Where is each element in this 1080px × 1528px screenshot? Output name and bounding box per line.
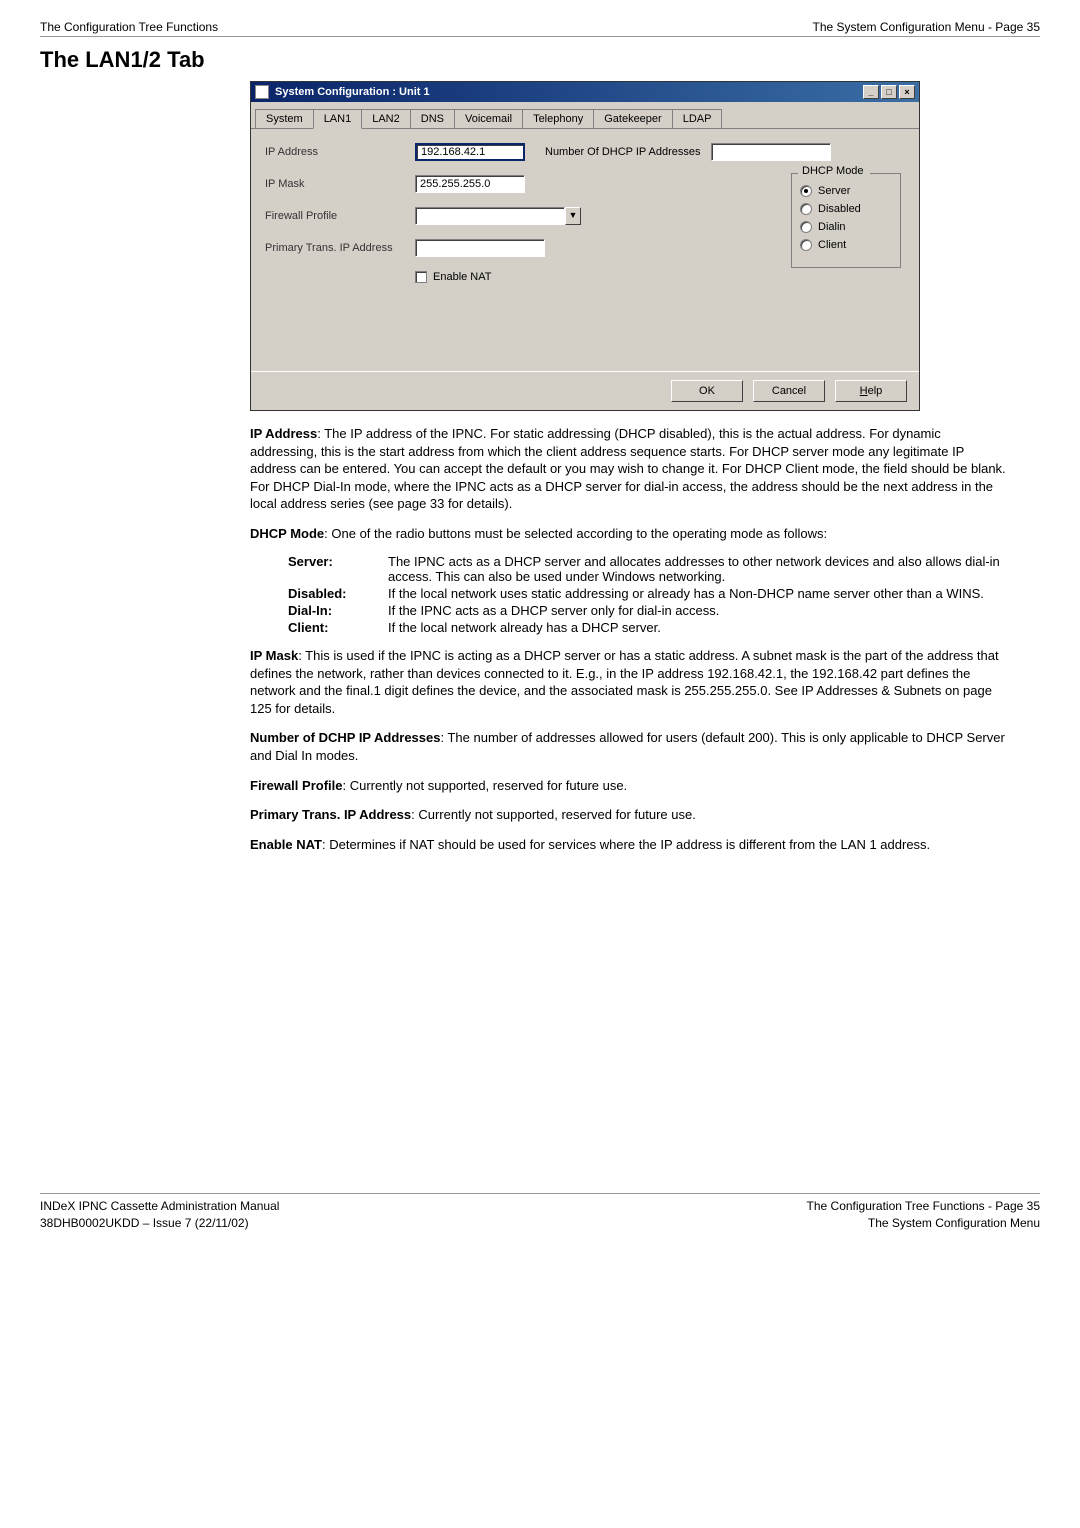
dhcp-server-radio[interactable] [800,185,812,197]
header-right: The System Configuration Menu - Page 35 [813,20,1040,34]
system-icon [255,85,269,99]
para-ip-mask: IP Mask: This is used if the IPNC is act… [250,647,1010,717]
ip-mask-input[interactable] [415,175,525,193]
footer-right-1: The Configuration Tree Functions - Page … [807,1198,1040,1215]
def-desc-dialin: If the IPNC acts as a DHCP server only f… [388,603,1010,618]
footer-left-1: INDeX IPNC Cassette Administration Manua… [40,1198,279,1215]
chevron-down-icon[interactable]: ▼ [565,207,581,225]
para-primary-trans: Primary Trans. IP Address: Currently not… [250,806,1010,824]
firewall-profile-combo[interactable] [415,207,565,225]
primary-trans-label: Primary Trans. IP Address [265,242,415,254]
tab-ldap[interactable]: LDAP [672,109,723,128]
section-title: The LAN1/2 Tab [40,47,1040,73]
dhcp-disabled-label: Disabled [818,203,861,215]
enable-nat-checkbox[interactable] [415,271,427,283]
para-num-dhcp: Number of DCHP IP Addresses: The number … [250,729,1010,764]
dhcp-mode-group: DHCP Mode Server Disabled Dialin [791,173,901,268]
def-term-disabled: Disabled: [288,586,388,601]
footer-right-2: The System Configuration Menu [807,1215,1040,1232]
dhcp-client-radio[interactable] [800,239,812,251]
tab-lan2[interactable]: LAN2 [361,109,411,128]
dhcp-mode-definitions: Server: The IPNC acts as a DHCP server a… [288,554,1010,635]
footer-left-2: 38DHB0002UKDD – Issue 7 (22/11/02) [40,1215,279,1232]
dhcp-dialin-radio[interactable] [800,221,812,233]
system-config-dialog: System Configuration : Unit 1 _ □ × Syst… [250,81,920,411]
def-term-dialin: Dial-In: [288,603,388,618]
dhcp-client-label: Client [818,239,846,251]
dhcp-mode-title: DHCP Mode [798,165,868,177]
maximize-button[interactable]: □ [881,85,897,99]
dhcp-server-label: Server [818,185,850,197]
para-firewall: Firewall Profile: Currently not supporte… [250,777,1010,795]
header-left: The Configuration Tree Functions [40,20,218,34]
minimize-button[interactable]: _ [863,85,879,99]
enable-nat-label: Enable NAT [433,271,492,283]
para-dhcp-mode: DHCP Mode: One of the radio buttons must… [250,525,1010,543]
num-dhcp-input[interactable] [711,143,831,161]
dhcp-dialin-label: Dialin [818,221,846,233]
ip-mask-label: IP Mask [265,178,415,190]
tab-telephony[interactable]: Telephony [522,109,594,128]
ip-address-input[interactable] [415,143,525,161]
para-enable-nat: Enable NAT: Determines if NAT should be … [250,836,1010,854]
ok-button[interactable]: OK [671,380,743,402]
tabstrip: System LAN1 LAN2 DNS Voicemail Telephony… [251,102,919,129]
help-button[interactable]: Help [835,380,907,402]
tab-lan1[interactable]: LAN1 [313,109,363,129]
def-term-client: Client: [288,620,388,635]
def-desc-server: The IPNC acts as a DHCP server and alloc… [388,554,1010,584]
dialog-title: System Configuration : Unit 1 [275,86,430,98]
ip-address-label: IP Address [265,146,415,158]
primary-trans-input[interactable] [415,239,545,257]
dhcp-disabled-radio[interactable] [800,203,812,215]
def-desc-client: If the local network already has a DHCP … [388,620,1010,635]
cancel-button[interactable]: Cancel [753,380,825,402]
def-term-server: Server: [288,554,388,584]
dialog-titlebar[interactable]: System Configuration : Unit 1 _ □ × [251,82,919,102]
tab-dns[interactable]: DNS [410,109,455,128]
tab-system[interactable]: System [255,109,314,128]
num-dhcp-label: Number Of DHCP IP Addresses [545,146,701,158]
tab-gatekeeper[interactable]: Gatekeeper [593,109,672,128]
close-button[interactable]: × [899,85,915,99]
firewall-profile-label: Firewall Profile [265,210,415,222]
tab-voicemail[interactable]: Voicemail [454,109,523,128]
def-desc-disabled: If the local network uses static address… [388,586,1010,601]
para-ip-address: IP Address: The IP address of the IPNC. … [250,425,1010,513]
